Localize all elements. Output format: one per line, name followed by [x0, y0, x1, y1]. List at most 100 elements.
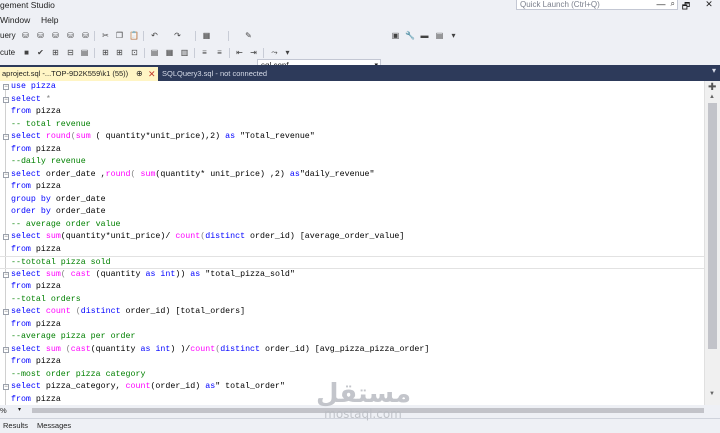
scroll-down-icon[interactable]: ▼	[709, 391, 715, 397]
tab-results[interactable]: Results	[3, 420, 28, 432]
parse-check-icon[interactable]: ✔	[36, 48, 45, 57]
code-token: (quantity*unit_price)/	[60, 232, 176, 241]
collapse-region-icon[interactable]: −	[3, 171, 9, 178]
collapse-region-icon[interactable]: −	[3, 271, 9, 278]
code-token: from	[11, 107, 31, 116]
code-text: from pizza	[11, 394, 61, 406]
actual-plan-icon[interactable]: ⊞	[101, 48, 110, 57]
tab-aproject-sql[interactable]: aproject.sql -...TOP-9D2K559\k1 (55)) ⊕ …	[0, 67, 158, 81]
code-text: select sum( cast (quantity as int)) as "…	[11, 269, 295, 282]
code-line[interactable]: from pizza	[0, 281, 704, 294]
chevron-down-icon[interactable]: ▾	[18, 405, 21, 416]
code-line[interactable]: − select sum(quantity*unit_price)/ count(…	[0, 231, 704, 244]
code-text: -- total revenue	[11, 119, 91, 132]
pin-icon[interactable]: ⊕	[136, 67, 143, 81]
toolbar-options-icon[interactable]: ▾	[283, 48, 292, 57]
collapse-region-icon[interactable]: −	[3, 84, 9, 90]
restore-button[interactable]: 🗗	[679, 0, 693, 15]
code-line[interactable]: − select count (distinct order_id) [total…	[0, 306, 704, 319]
estimated-plan-icon[interactable]: ⊞	[51, 48, 60, 57]
code-line[interactable]: − select sum (cast(quantity as int) )/cou…	[0, 344, 704, 357]
live-stats-icon[interactable]: ⊞	[115, 48, 124, 57]
vertical-scrollbar[interactable]: ✚ ▲ ▼	[704, 81, 720, 405]
dmx-query-icon[interactable]: ⛁	[66, 31, 75, 40]
toolbox-icon[interactable]: ▬	[420, 31, 429, 40]
code-line[interactable]: --average pizza per order	[0, 331, 704, 344]
code-line[interactable]: from pizza	[0, 181, 704, 194]
results-to-text-icon[interactable]: ▤	[150, 48, 159, 57]
code-line[interactable]: -- average order value	[0, 219, 704, 232]
minimize-button[interactable]: —	[654, 0, 668, 9]
code-line[interactable]: − use pizza	[0, 81, 704, 94]
scrollbar-thumb[interactable]	[708, 103, 717, 349]
toolbar-options-icon[interactable]: ▾	[449, 31, 458, 40]
object-explorer-icon[interactable]: ▣	[391, 31, 400, 40]
new-query-button[interactable]: uery	[0, 31, 16, 40]
collapse-region-icon[interactable]: −	[3, 134, 9, 140]
code-line[interactable]: from pizza	[0, 319, 704, 332]
xmla-query-icon[interactable]: ⛁	[81, 31, 90, 40]
close-window-button[interactable]: ✕	[702, 0, 716, 10]
intellisense-icon[interactable]: ▤	[80, 48, 89, 57]
code-line[interactable]: group by order_date	[0, 194, 704, 207]
sql-editor[interactable]: − use pizza − select * from pizza -- total re…	[0, 81, 704, 405]
code-line[interactable]: --total orders	[0, 294, 704, 307]
specify-values-icon[interactable]: ⤳	[270, 48, 279, 57]
collapse-region-icon[interactable]: −	[3, 346, 9, 353]
comment-icon[interactable]: ≡	[200, 48, 209, 57]
decrease-indent-icon[interactable]: ⇤	[235, 48, 244, 57]
mdx-query-icon[interactable]: ⛁	[51, 31, 60, 40]
code-line[interactable]: − select sum( cast (quantity as int)) as …	[0, 269, 704, 282]
code-token: count	[190, 344, 216, 354]
code-token: distinct	[220, 344, 261, 354]
code-line[interactable]: from pizza	[0, 356, 704, 369]
code-line[interactable]: − select order_date ,round( sum(quantity*…	[0, 169, 704, 182]
results-to-file-icon[interactable]: ▥	[180, 48, 189, 57]
cut-icon[interactable]: ✂	[101, 31, 110, 40]
tab-sqlquery3[interactable]: SQLQuery3.sql - not connected	[160, 67, 320, 81]
collapse-region-icon[interactable]: −	[3, 96, 9, 103]
code-line[interactable]: from pizza	[0, 106, 704, 119]
zoom-level[interactable]: %	[0, 405, 7, 416]
scroll-up-icon[interactable]: ▲	[709, 94, 715, 100]
standard-toolbar: uery ⛁ ⛁ ⛁ ⛁ ⛁ ✂ ❐ 📋 ↶ ↷ ▦ ✎ sql conf ▾ …	[0, 28, 720, 71]
properties-icon[interactable]: ▤	[435, 31, 444, 40]
close-tab-icon[interactable]: ✕	[148, 67, 156, 81]
solution-icon[interactable]: ▦	[202, 31, 211, 40]
stop-icon[interactable]: ■	[22, 48, 31, 57]
database-engine-query-icon[interactable]: ⛁	[21, 31, 30, 40]
analysis-query-icon[interactable]: ⛁	[36, 31, 45, 40]
code-line[interactable]: order by order_date	[0, 206, 704, 219]
code-token: --tototal pizza sold	[11, 258, 111, 267]
execute-button[interactable]: cute	[0, 48, 15, 57]
tab-list-chevron-icon[interactable]: ▾	[712, 66, 716, 75]
code-line[interactable]: from pizza	[0, 144, 704, 157]
menu-window[interactable]: Window	[0, 14, 30, 27]
results-to-grid-icon[interactable]: ▦	[165, 48, 174, 57]
code-token: ) )/	[170, 344, 191, 354]
collapse-region-icon[interactable]: −	[3, 384, 9, 390]
redo-icon[interactable]: ↷	[173, 31, 182, 40]
menu-help[interactable]: Help	[41, 14, 58, 27]
copy-icon[interactable]: ❐	[115, 31, 124, 40]
collapse-region-icon[interactable]: −	[3, 309, 9, 315]
wrench-icon[interactable]: 🔧	[405, 31, 415, 40]
code-line[interactable]: − select round(sum ( quantity*unit_price)…	[0, 131, 704, 144]
code-line[interactable]: --tototal pizza sold	[0, 256, 704, 269]
code-text: select order_date ,round( sum(quantity* …	[11, 169, 375, 182]
code-line[interactable]: − select *	[0, 94, 704, 107]
increase-indent-icon[interactable]: ⇥	[249, 48, 258, 57]
tab-messages[interactable]: Messages	[37, 420, 71, 432]
query-designer-icon[interactable]: ⊟	[66, 48, 75, 57]
code-line[interactable]: -- total revenue	[0, 119, 704, 132]
uncomment-icon[interactable]: ≡	[215, 48, 224, 57]
client-stats-icon[interactable]: ⊡	[130, 48, 139, 57]
split-editor-icon[interactable]: ✚	[708, 82, 716, 93]
code-line[interactable]: --daily revenue	[0, 156, 704, 169]
paste-icon[interactable]: 📋	[129, 31, 139, 40]
collapse-region-icon[interactable]: −	[3, 234, 9, 240]
code-line[interactable]: from pizza	[0, 244, 704, 257]
code-token: pizza	[30, 282, 61, 291]
title-bar: gement Studio Quick Launch (Ctrl+Q) ⌕ — …	[0, 0, 720, 12]
undo-icon[interactable]: ↶	[150, 31, 159, 40]
